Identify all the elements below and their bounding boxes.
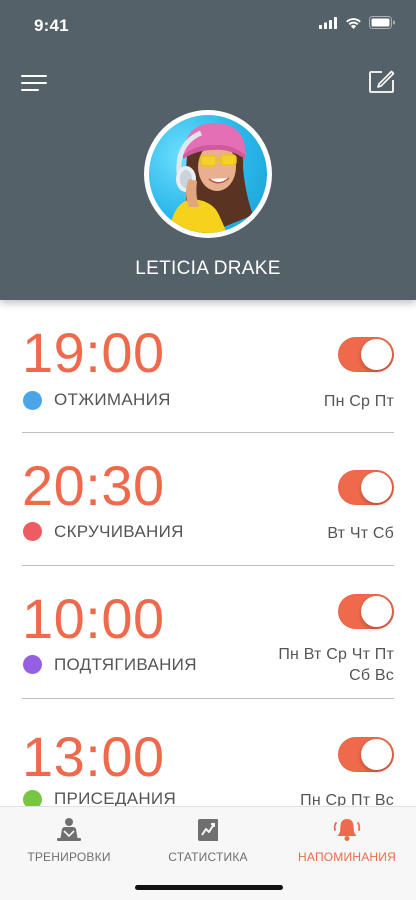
reminder-time: 13:00 [22,725,165,788]
workout-person-icon [57,818,81,841]
tab-label: НАПОМИНАНИЯ [298,850,396,864]
tab-reminders[interactable]: НАПОМИНАНИЯ [278,817,416,864]
toggle-knob [361,739,392,770]
edit-square-icon[interactable] [368,68,396,94]
reminder-exercise: ПОДТЯГИВАНИЯ [54,655,197,674]
toggle-knob [361,472,392,503]
reminder-days: Пн Вт Ср Чт Пт Сб Вс [278,644,394,686]
toggle-knob [361,596,392,627]
reminder-toggle[interactable] [338,337,394,372]
toggle-knob [361,339,392,370]
user-name: LETICIA DRAKE [135,258,281,279]
reminder-exercise: ОТЖИМАНИЯ [54,390,171,409]
bell-icon [333,819,361,841]
reminder-item[interactable]: 19:00 ОТЖИМАНИЯ Пн Ср Пт [22,300,394,433]
reminder-item[interactable]: 10:00 ПОДТЯГИВАНИЯ Пн Вт Ср Чт Пт Сб Вс [22,566,394,699]
reminder-item[interactable]: 20:30 СКРУЧИВАНИЯ Вт Чт Сб [22,433,394,566]
exercise-color-dot [23,790,42,806]
home-indicator[interactable] [135,885,283,890]
reminder-days-line: Сб Вс [349,667,394,684]
reminder-toggle[interactable] [338,594,394,629]
reminder-time: 19:00 [22,321,165,384]
reminder-exercise: СКРУЧИВАНИЯ [54,522,184,541]
avatar[interactable] [144,110,272,238]
reminder-days-line: Пн Вт Ср Чт Пт [278,646,394,663]
reminder-time: 10:00 [22,587,165,650]
reminder-toggle[interactable] [338,737,394,772]
status-bar: 9:41 [0,0,416,50]
exercise-color-dot [23,655,42,674]
tab-label: ТРЕНИРОВКИ [27,850,111,864]
hamburger-menu-icon[interactable] [21,72,49,94]
reminder-toggle[interactable] [338,470,394,505]
exercise-color-dot [23,391,42,410]
reminder-time: 20:30 [22,454,165,517]
wifi-icon [346,17,361,29]
reminder-list: 19:00 ОТЖИМАНИЯ Пн Ср Пт 20:30 СКРУЧИВАН… [0,300,416,806]
cellular-signal-icon [319,16,337,29]
tab-statistics[interactable]: СТАТИСТИКА [139,817,277,864]
reminder-days: Пн Ср Пт [323,393,394,410]
reminder-days: Пн Ср Пт Вс [300,792,394,806]
tab-label: СТАТИСТИКА [168,850,248,864]
reminder-item[interactable]: 13:00 ПРИСЕДАНИЯ Пн Ср Пт Вс [22,699,394,806]
statistics-chart-icon [198,819,218,841]
status-icons [319,16,396,29]
profile-header: 9:41 LETICIA DRAKE [0,0,416,300]
tab-workouts[interactable]: ТРЕНИРОВКИ [0,817,138,864]
exercise-color-dot [23,522,42,541]
status-time: 9:41 [34,16,69,35]
avatar-photo [149,115,267,233]
reminder-days: Вт Чт Сб [327,525,394,542]
battery-icon [369,16,395,29]
reminder-exercise: ПРИСЕДАНИЯ [54,789,177,806]
